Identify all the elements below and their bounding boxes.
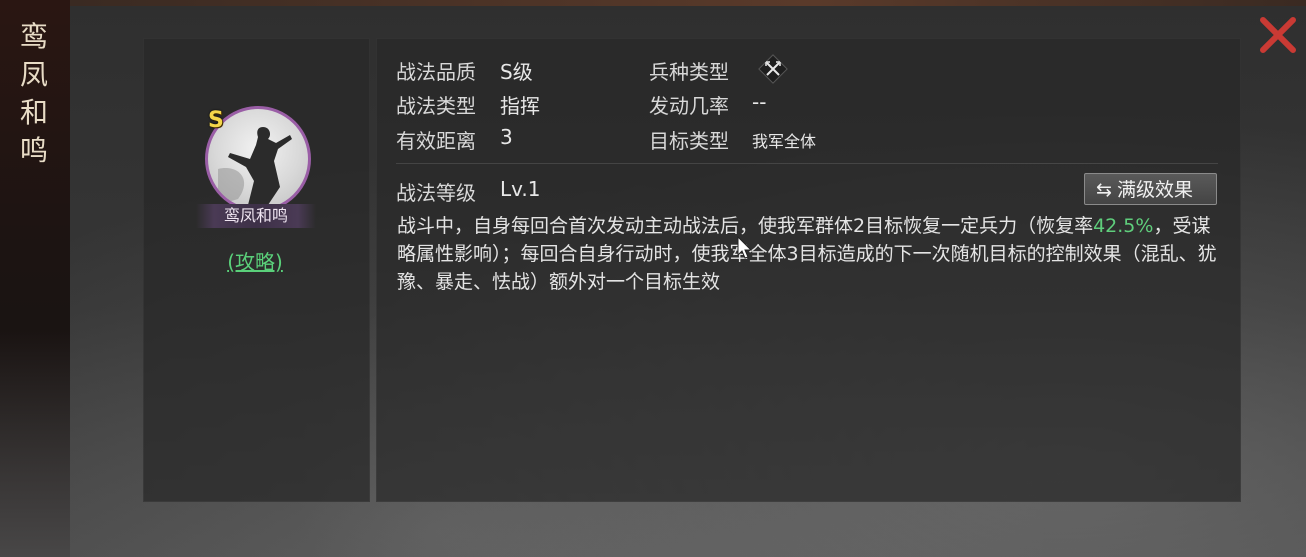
quality-label: 战法品质	[396, 60, 476, 84]
vertical-title-char: 鸣	[19, 134, 48, 167]
section-divider	[396, 163, 1218, 164]
close-x-icon	[1260, 17, 1296, 53]
trigger-rate-value: --	[752, 90, 767, 114]
max-level-effect-button[interactable]: ⇆ 满级效果	[1084, 173, 1217, 205]
grade-badge: S	[208, 108, 224, 133]
level-label: 战法等级	[396, 181, 476, 205]
mouse-cursor-icon	[737, 235, 753, 260]
unit-type-label: 兵种类型	[649, 60, 729, 84]
vertical-title-char: 鸾	[19, 20, 48, 53]
target-label: 目标类型	[649, 129, 729, 153]
swap-arrows-icon: ⇆	[1096, 179, 1112, 201]
close-button[interactable]	[1258, 15, 1298, 55]
vertical-title: 鸾 凤 和 鸣	[16, 18, 52, 170]
range-label: 有效距离	[396, 129, 476, 153]
unit-type-icon	[756, 52, 790, 86]
level-value: Lv.1	[500, 177, 541, 201]
max-level-button-label: 满级效果	[1117, 179, 1194, 201]
range-value: 3	[500, 125, 513, 149]
trigger-rate-label: 发动几率	[649, 94, 729, 118]
target-value: 我军全体	[752, 132, 817, 151]
crossed-weapons-icon	[758, 54, 788, 84]
type-label: 战法类型	[396, 94, 476, 118]
description-text: 战斗中，自身每回合首次发动主动战法后，使我军群体2目标恢复一定兵力（恢复率	[397, 215, 1094, 237]
guide-link[interactable]: (攻略)	[207, 246, 303, 275]
type-value: 指挥	[500, 94, 540, 118]
vertical-title-char: 和	[19, 96, 48, 129]
quality-value: S级	[500, 60, 533, 84]
vertical-title-char: 凤	[19, 58, 48, 91]
skill-description: 战斗中，自身每回合首次发动主动战法后，使我军群体2目标恢复一定兵力（恢复率42.…	[397, 212, 1222, 296]
skill-name-plate: 鸾凤和鸣	[196, 204, 316, 228]
recovery-rate-highlight: 42.5%	[1093, 215, 1154, 237]
